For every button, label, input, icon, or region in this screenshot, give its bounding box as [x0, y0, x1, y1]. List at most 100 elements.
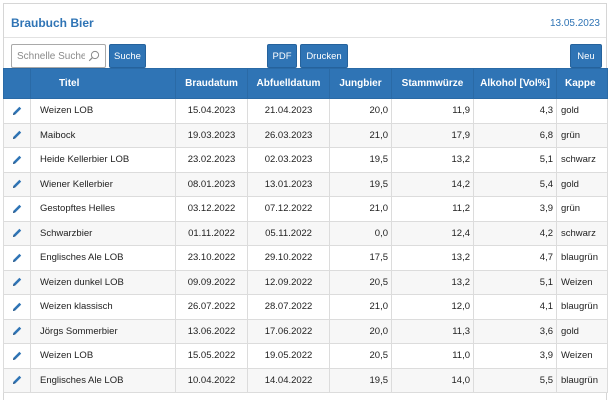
cell-alkohol: 5,4 — [473, 171, 557, 197]
page-title: Braubuch Bier — [11, 16, 94, 30]
column-header-braudatum[interactable]: Braudatum — [175, 68, 248, 99]
table-header-row: Titel Braudatum Abfuelldatum Jungbier St… — [3, 68, 608, 99]
cell-alkohol: 3,9 — [473, 196, 557, 222]
cell-titel: Englisches Ale LOB — [30, 245, 176, 271]
table-row[interactable]: Gestopftes Helles 03.12.2022 07.12.2022 21,… — [3, 196, 608, 222]
cell-kappe: schwarz — [556, 220, 608, 246]
cell-kappe: gold — [556, 98, 608, 124]
cell-abfuelldatum: 26.03.2023 — [247, 122, 330, 148]
cell-kappe: Weizen — [556, 269, 608, 295]
cell-edit — [3, 269, 31, 295]
cell-kappe: blaugrün — [556, 367, 608, 393]
cell-titel: Schwarzbier — [30, 220, 176, 246]
cell-edit — [3, 367, 31, 393]
pencil-icon[interactable] — [11, 374, 23, 386]
cell-edit — [3, 171, 31, 197]
cell-abfuelldatum: 21.04.2023 — [247, 98, 330, 124]
cell-abfuelldatum: 02.03.2023 — [247, 147, 330, 173]
pencil-icon[interactable] — [11, 276, 23, 288]
cell-braudatum: 08.01.2023 — [175, 171, 248, 197]
pencil-icon[interactable] — [11, 154, 23, 166]
pencil-icon[interactable] — [11, 350, 23, 362]
cell-titel: Weizen LOB — [30, 98, 176, 124]
cell-abfuelldatum: 14.04.2022 — [247, 367, 330, 393]
cell-abfuelldatum: 17.06.2022 — [247, 318, 330, 344]
cell-titel: Maibock — [30, 122, 176, 148]
cell-braudatum: 15.05.2022 — [175, 343, 248, 369]
cell-alkohol: 5,5 — [473, 367, 557, 393]
cell-titel: Weizen klassisch — [30, 294, 176, 320]
cell-edit — [3, 343, 31, 369]
table-row[interactable]: Heide Kellerbier LOB 23.02.2023 02.03.2023… — [3, 147, 608, 173]
cell-stammwuerze: 12,4 — [391, 220, 474, 246]
cell-stammwuerze: 13,2 — [391, 147, 474, 173]
table-row[interactable]: Jörgs Sommerbier 13.06.2022 17.06.2022 20,0… — [3, 318, 608, 344]
table-row[interactable]: Englisches Ale LOB 23.10.2022 29.10.2022 17… — [3, 245, 608, 271]
magnifier-icon[interactable] — [88, 50, 100, 62]
column-header-stammwuerze[interactable]: Stammwürze — [391, 68, 474, 99]
table-row[interactable]: Weizen dunkel LOB 09.09.2022 12.09.2022 20,… — [3, 269, 608, 295]
cell-stammwuerze: 17,9 — [391, 122, 474, 148]
cell-kappe: grün — [556, 196, 608, 222]
print-button[interactable]: Drucken — [300, 44, 348, 68]
pencil-icon[interactable] — [11, 301, 23, 313]
cell-titel: Weizen LOB — [30, 343, 176, 369]
pencil-icon[interactable] — [11, 227, 23, 239]
cell-edit — [3, 220, 31, 246]
table-row[interactable]: Englisches Ale LOB 10.04.2022 14.04.2022 19… — [3, 367, 608, 393]
cell-braudatum: 01.11.2022 — [175, 220, 248, 246]
cell-alkohol: 6,8 — [473, 122, 557, 148]
table-row[interactable]: Maibock 19.03.2023 26.03.2023 21,0 17,9 6,8 gr… — [3, 122, 608, 148]
cell-titel: Englisches Ale LOB — [30, 367, 176, 393]
cell-edit — [3, 147, 31, 173]
table-body: Weizen LOB 15.04.2023 21.04.2023 20,0 11,9 4,… — [3, 98, 608, 393]
table-row[interactable]: Weizen klassisch 26.07.2022 28.07.2022 21,0… — [3, 294, 608, 320]
cell-jungbier: 0,0 — [329, 220, 392, 246]
cell-braudatum: 23.10.2022 — [175, 245, 248, 271]
cell-stammwuerze: 14,0 — [391, 367, 474, 393]
search-button[interactable]: Suche — [109, 44, 146, 68]
cell-titel: Gestopftes Helles — [30, 196, 176, 222]
pencil-icon[interactable] — [11, 105, 23, 117]
cell-kappe: Weizen — [556, 343, 608, 369]
cell-braudatum: 09.09.2022 — [175, 269, 248, 295]
pencil-icon[interactable] — [11, 178, 23, 190]
cell-titel: Weizen dunkel LOB — [30, 269, 176, 295]
cell-alkohol: 5,1 — [473, 269, 557, 295]
cell-edit — [3, 122, 31, 148]
table-row[interactable]: Schwarzbier 01.11.2022 05.11.2022 0,0 12,4 4,… — [3, 220, 608, 246]
column-header-titel[interactable]: Titel — [30, 68, 176, 99]
pencil-icon[interactable] — [11, 203, 23, 215]
table-row[interactable]: Weizen LOB 15.04.2023 21.04.2023 20,0 11,9 4,… — [3, 98, 608, 124]
pencil-icon[interactable] — [11, 325, 23, 337]
cell-titel: Wiener Kellerbier — [30, 171, 176, 197]
cell-abfuelldatum: 29.10.2022 — [247, 245, 330, 271]
cell-titel: Heide Kellerbier LOB — [30, 147, 176, 173]
beer-table-container: Titel Braudatum Abfuelldatum Jungbier St… — [3, 68, 608, 393]
cell-edit — [3, 98, 31, 124]
cell-abfuelldatum: 05.11.2022 — [247, 220, 330, 246]
table-row[interactable]: Wiener Kellerbier 08.01.2023 13.01.2023 19,… — [3, 171, 608, 197]
new-entry-button[interactable]: Neu — [570, 44, 602, 68]
cell-edit — [3, 294, 31, 320]
pencil-icon[interactable] — [11, 129, 23, 141]
cell-braudatum: 23.02.2023 — [175, 147, 248, 173]
cell-abfuelldatum: 13.01.2023 — [247, 171, 330, 197]
cell-jungbier: 21,0 — [329, 122, 392, 148]
cell-kappe: schwarz — [556, 147, 608, 173]
cell-kappe: gold — [556, 171, 608, 197]
cell-kappe: grün — [556, 122, 608, 148]
current-date: 13.05.2023 — [549, 18, 600, 29]
column-header-jungbier[interactable]: Jungbier — [329, 68, 392, 99]
cell-kappe: blaugrün — [556, 245, 608, 271]
pdf-button[interactable]: PDF — [267, 44, 297, 68]
cell-jungbier: 20,5 — [329, 269, 392, 295]
cell-braudatum: 19.03.2023 — [175, 122, 248, 148]
pencil-icon[interactable] — [11, 252, 23, 264]
column-header-alkohol[interactable]: Alkohol [Vol%] — [473, 68, 557, 99]
column-header-abfuelldatum[interactable]: Abfuelldatum — [247, 68, 330, 99]
cell-jungbier: 21,0 — [329, 294, 392, 320]
cell-alkohol: 5,1 — [473, 147, 557, 173]
column-header-kappe[interactable]: Kappe — [556, 68, 608, 99]
table-row[interactable]: Weizen LOB 15.05.2022 19.05.2022 20,5 11,0 3,… — [3, 343, 608, 369]
